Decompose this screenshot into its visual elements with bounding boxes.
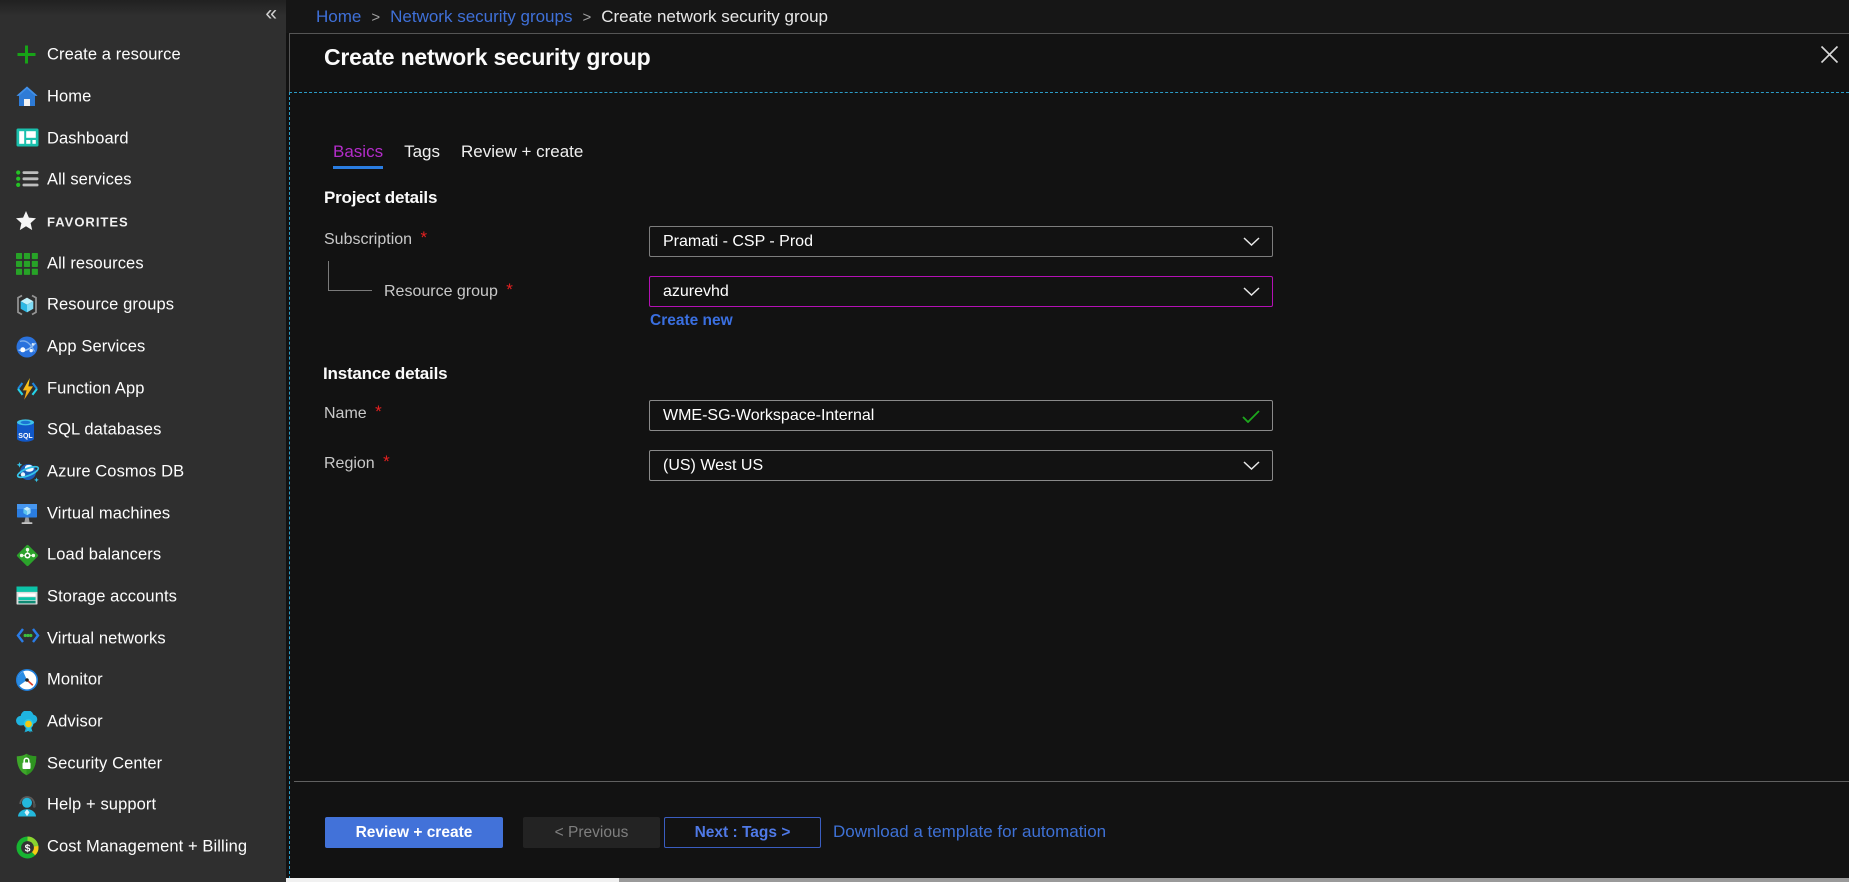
svg-text:SQL: SQL <box>18 433 33 440</box>
svg-text:$: $ <box>25 842 31 854</box>
